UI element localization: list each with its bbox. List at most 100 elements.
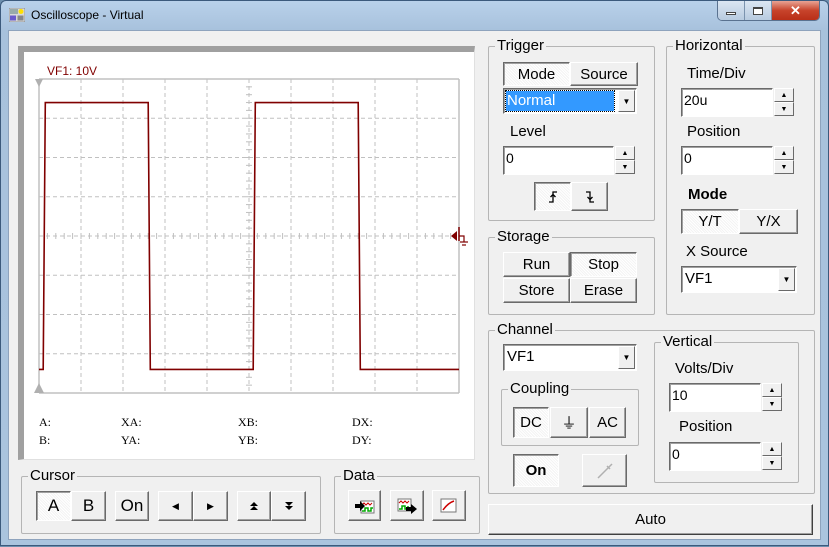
channel-value: VF1 (507, 348, 535, 365)
double-up-icon (250, 502, 258, 510)
scope-screen (18, 46, 475, 460)
mode-yx-button[interactable]: Y/X (739, 209, 798, 234)
readout-b: B: (39, 433, 51, 447)
window-controls: ✕ (717, 1, 820, 21)
export-data-button[interactable] (390, 490, 424, 521)
data-group-title: Data (341, 467, 377, 485)
spin-up-icon[interactable]: ▲ (615, 146, 635, 160)
spin-down-icon[interactable]: ▼ (762, 456, 782, 470)
trigger-source-tab[interactable]: Source (570, 62, 638, 86)
trigger-level-label: Level (510, 123, 546, 140)
trigger-rising-edge-button[interactable] (534, 182, 571, 211)
coupling-group-title: Coupling (508, 380, 572, 398)
import-data-icon (354, 500, 374, 513)
cursor-right-button[interactable]: ▶ (193, 491, 228, 521)
rising-edge-icon (548, 190, 557, 203)
close-button[interactable]: ✕ (772, 1, 819, 20)
channel-on-button[interactable]: On (513, 454, 559, 487)
probe-color-button[interactable] (582, 454, 627, 487)
oscilloscope-window: Oscilloscope - Virtual ✕ VF1: 10V A: B: … (0, 0, 829, 546)
spin-down-icon[interactable]: ▼ (774, 102, 794, 116)
trigger-mode-tab[interactable]: Mode (503, 62, 570, 86)
storage-group-title: Storage (495, 228, 552, 246)
export-data-icon (397, 498, 417, 514)
coupling-ground-button[interactable]: ⏚ (550, 407, 588, 438)
vertical-group-title: Vertical (661, 333, 715, 351)
storage-run-button[interactable]: Run (503, 252, 570, 277)
spin-down-icon[interactable]: ▼ (762, 397, 782, 411)
channel-group-title: Channel (495, 321, 555, 339)
window-title: Oscilloscope - Virtual (31, 8, 144, 22)
channel-scale-label: VF1: 10V (47, 64, 98, 78)
double-down-icon (284, 502, 293, 510)
time-div-spinner[interactable]: ▲ ▼ (774, 88, 794, 116)
auto-button[interactable]: Auto (488, 504, 813, 535)
spin-up-icon[interactable]: ▲ (762, 383, 782, 397)
cursor-b-button[interactable]: B (71, 491, 106, 521)
coupling-dc-button[interactable]: DC (513, 407, 549, 438)
readout-yb: YB: (238, 433, 259, 447)
spin-down-icon[interactable]: ▼ (615, 160, 635, 174)
chevron-down-icon[interactable]: ▼ (618, 346, 635, 369)
time-div-label: Time/Div (687, 65, 746, 82)
readout-dy: DY: (352, 433, 372, 447)
chevron-down-icon[interactable]: ▼ (618, 90, 635, 112)
spin-up-icon[interactable]: ▲ (762, 442, 782, 456)
horizontal-position-label: Position (687, 123, 741, 140)
spin-up-icon[interactable]: ▲ (774, 88, 794, 102)
title-bar[interactable]: Oscilloscope - Virtual ✕ (1, 1, 828, 29)
trigger-falling-edge-button[interactable] (571, 182, 608, 211)
vertical-position-spinner[interactable]: ▲ ▼ (762, 442, 782, 470)
cursor-up-button[interactable] (237, 491, 271, 521)
x-source-select[interactable]: VF1 ▼ (681, 266, 797, 293)
storage-erase-button[interactable]: Erase (570, 278, 637, 303)
storage-store-button[interactable]: Store (503, 278, 570, 303)
readout-xa: XA: (121, 415, 142, 429)
oscilloscope-app-icon (9, 8, 25, 22)
triangle-left-icon: ◀ (172, 500, 179, 511)
trigger-level-spinner[interactable]: ▲ ▼ (615, 146, 635, 174)
close-icon: ✕ (790, 2, 801, 18)
mode-yt-button[interactable]: Y/T (681, 209, 739, 234)
readout-xb: XB: (238, 415, 259, 429)
ground-icon: ⏚ (561, 415, 577, 432)
storage-stop-button[interactable]: Stop (570, 252, 637, 277)
curve-icon (440, 498, 457, 512)
trigger-mode-select[interactable]: Normal ▼ (503, 88, 637, 114)
cursor-a-button[interactable]: A (36, 491, 71, 521)
spin-up-icon[interactable]: ▲ (774, 146, 794, 160)
chevron-down-icon[interactable]: ▼ (778, 268, 795, 291)
horizontal-position-input[interactable]: 0 (681, 146, 773, 175)
cursor-group-title: Cursor (28, 467, 78, 485)
triangle-right-icon: ▶ (207, 500, 214, 511)
x-source-label: X Source (686, 243, 748, 260)
time-div-input[interactable]: 20u (681, 88, 773, 117)
maximize-icon (753, 6, 763, 15)
spin-down-icon[interactable]: ▼ (774, 160, 794, 174)
volts-div-spinner[interactable]: ▲ ▼ (762, 383, 782, 411)
plot-curve-button[interactable] (432, 490, 466, 521)
x-source-value: VF1 (685, 270, 713, 287)
maximize-button[interactable] (745, 1, 772, 20)
trigger-mode-value: Normal (505, 90, 615, 112)
import-data-button[interactable] (348, 490, 381, 521)
horizontal-group-title: Horizontal (673, 37, 745, 55)
readout-dx: DX: (352, 415, 373, 429)
trigger-level-input[interactable]: 0 (503, 146, 614, 175)
volts-div-label: Volts/Div (675, 360, 734, 377)
readout-a: A: (39, 415, 51, 429)
vertical-position-label: Position (679, 418, 733, 435)
minimize-icon (726, 12, 736, 15)
cursor-left-button[interactable]: ◀ (158, 491, 193, 521)
coupling-ac-button[interactable]: AC (589, 407, 626, 438)
minimize-button[interactable] (718, 1, 745, 20)
vertical-position-input[interactable]: 0 (669, 442, 761, 471)
trigger-group-title: Trigger (495, 37, 546, 55)
channel-select[interactable]: VF1 ▼ (503, 344, 637, 371)
cursor-on-button[interactable]: On (115, 491, 149, 521)
falling-edge-icon (585, 190, 594, 203)
horizontal-position-spinner[interactable]: ▲ ▼ (774, 146, 794, 174)
volts-div-input[interactable]: 10 (669, 383, 761, 412)
readout-ya: YA: (121, 433, 141, 447)
cursor-down-button[interactable] (271, 491, 306, 521)
